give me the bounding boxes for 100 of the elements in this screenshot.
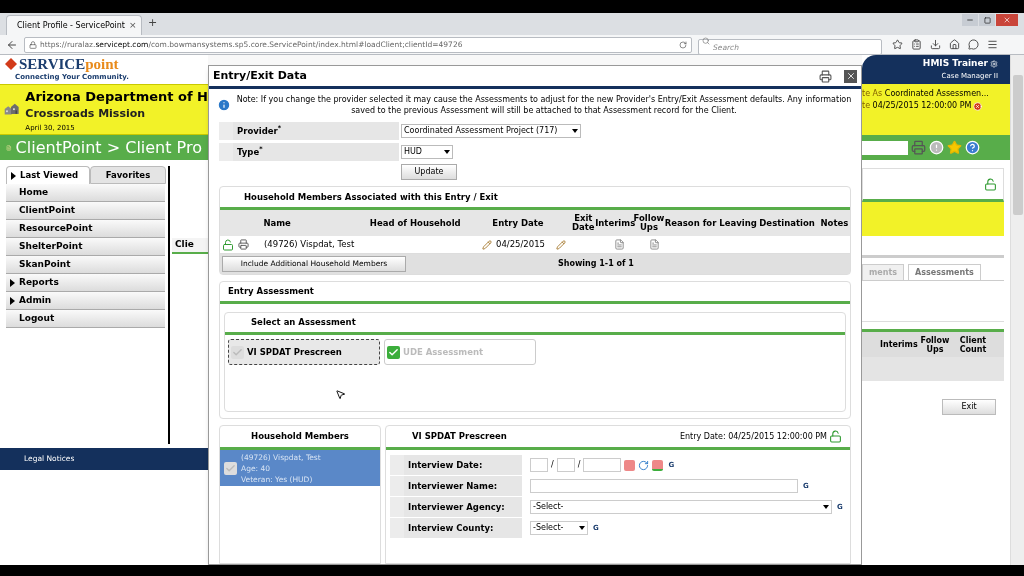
close-icon (845, 71, 856, 81)
table-cell-text: (49726) Vispdat, Test (264, 238, 356, 251)
column-header: Follow Ups (919, 335, 951, 354)
field-label: Type$^{*}$ (237, 145, 263, 159)
dialog-title: Entry/Exit Data (213, 67, 307, 84)
minimize-icon (966, 16, 974, 24)
tab-title: Client Profile - ServicePoint (17, 19, 125, 32)
close-icon (1003, 16, 1011, 24)
help-icon[interactable] (965, 140, 980, 155)
alert-icon[interactable] (929, 140, 944, 155)
year-field[interactable] (583, 458, 622, 472)
update-button[interactable]: Update (401, 164, 457, 180)
menu-icon[interactable] (987, 39, 998, 50)
column-header: Client Count (958, 335, 988, 354)
dropdown[interactable]: Coordinated Assessment Project (717) (401, 124, 581, 138)
settings-icon[interactable] (990, 59, 998, 68)
interims-icon[interactable] (613, 239, 625, 250)
mouse-cursor-icon (335, 389, 346, 400)
nav-tab[interactable]: Last Viewed (6, 166, 90, 184)
nav-item[interactable]: Admin (6, 292, 165, 310)
logo-mark-icon (5, 58, 17, 70)
dropdown[interactable]: -Select- (530, 521, 588, 535)
provider-note: Note: If you change the provider selected it may cause the Assessments to adjust for the new Provider's Entry/Exit Assessment defaults. Any information saved to the previous Assessment will still be attached to that Assessment record for the Client. (235, 94, 853, 116)
close-button[interactable] (844, 69, 857, 83)
nav-item[interactable]: Home (6, 184, 165, 202)
check-icon (387, 345, 400, 359)
panel-title: Entry Assessment (228, 285, 314, 298)
caret-icon (823, 505, 829, 509)
edit-icon[interactable] (556, 239, 566, 250)
new-tab-button[interactable]: + (148, 14, 158, 31)
reading-list-icon[interactable] (911, 39, 922, 50)
close-tab-button[interactable]: × (129, 18, 137, 33)
field-label: Interviewer Agency: (408, 500, 505, 514)
download-icon[interactable] (930, 39, 941, 50)
entry-date-text: Entry Date: 04/25/2015 12:00:00 PM (679, 430, 827, 443)
column-header: Interims (595, 218, 634, 228)
background-tab[interactable]: Assessments (908, 264, 981, 280)
panel-title: VI SPDAT Prescreen (412, 430, 507, 443)
info-icon (217, 98, 231, 112)
nav-item[interactable]: ClientPoint (6, 202, 165, 220)
edit-icon[interactable] (482, 239, 492, 250)
printer-icon[interactable] (238, 238, 249, 250)
refresh-icon[interactable] (638, 459, 650, 471)
browser-tab[interactable]: Client Profile - ServicePoint × (6, 15, 142, 35)
nav-item[interactable]: ResourcePoint (6, 220, 165, 238)
back-icon[interactable] (6, 38, 18, 51)
nav-item[interactable]: Reports (6, 274, 165, 292)
maximize-button[interactable] (979, 14, 995, 26)
star-icon[interactable] (947, 140, 962, 155)
checkbox-icon (224, 461, 237, 475)
client-entry-date: te 04/25/2015 12:00:00 PM (862, 100, 972, 112)
caret-icon (444, 150, 450, 154)
breadcrumb: ClientPoint > Client Pro (15, 136, 202, 159)
column-header: Name (263, 216, 292, 230)
maximize-icon (983, 16, 991, 24)
column-header: Head of Household (369, 216, 462, 230)
panel-title: Household Members Associated with this Entry / Exit (244, 190, 498, 204)
follow-ups-icon[interactable] (648, 239, 660, 250)
close-window-button[interactable] (996, 14, 1018, 26)
dropdown[interactable]: HUD (401, 145, 453, 159)
caret-icon (579, 526, 585, 530)
column-header: Notes (820, 216, 850, 230)
client-provider-text: te As Coordinated Assessmen... (862, 88, 990, 100)
search-input[interactable] (862, 140, 908, 155)
nav-item[interactable]: SkanPoint (6, 256, 165, 274)
unlocked-icon[interactable] (984, 177, 997, 191)
unlocked-icon[interactable] (829, 430, 842, 443)
reload-icon[interactable] (679, 40, 687, 49)
minimize-button[interactable] (962, 14, 978, 26)
field-label: Provider$^{*}$ (237, 124, 282, 138)
assessment-option[interactable]: VI SPDAT Prescreen (228, 339, 380, 365)
logo: SERVICEpoint (5, 56, 203, 72)
nav-tab[interactable]: Favorites (90, 166, 166, 184)
expand-arrow-icon (11, 171, 16, 180)
unlocked-icon[interactable] (222, 238, 234, 251)
column-header: Exit Date (571, 214, 596, 232)
bookmark-icon[interactable] (892, 39, 903, 50)
exit-button[interactable]: Exit (942, 399, 996, 415)
table-cell-text: 04/25/2015 (496, 238, 546, 251)
field-label: Interview County: (408, 521, 494, 535)
column-header: Reason for Leaving (664, 216, 758, 230)
date-separator: / (577, 459, 581, 471)
check-icon (231, 345, 244, 359)
panel-title: Household Members (251, 430, 349, 443)
date-separator: / (551, 459, 554, 471)
field-label: Interviewer Name: (408, 479, 498, 493)
day-field[interactable] (556, 458, 575, 472)
lock-icon (29, 40, 37, 49)
month-field[interactable] (530, 458, 548, 472)
text-field[interactable] (530, 479, 798, 493)
remove-icon[interactable] (973, 101, 983, 111)
home-icon[interactable] (949, 39, 960, 50)
printer-icon[interactable] (819, 69, 832, 83)
dropdown[interactable]: -Select- (530, 500, 832, 514)
nav-item[interactable]: ShelterPoint (6, 238, 165, 256)
agency-name: Arizona Department of H (25, 89, 208, 105)
panel-title: Select an Assessment (251, 316, 356, 329)
nav-item[interactable]: Logout (6, 310, 165, 328)
column-header: Destination (759, 216, 816, 230)
chat-icon[interactable] (968, 39, 979, 50)
